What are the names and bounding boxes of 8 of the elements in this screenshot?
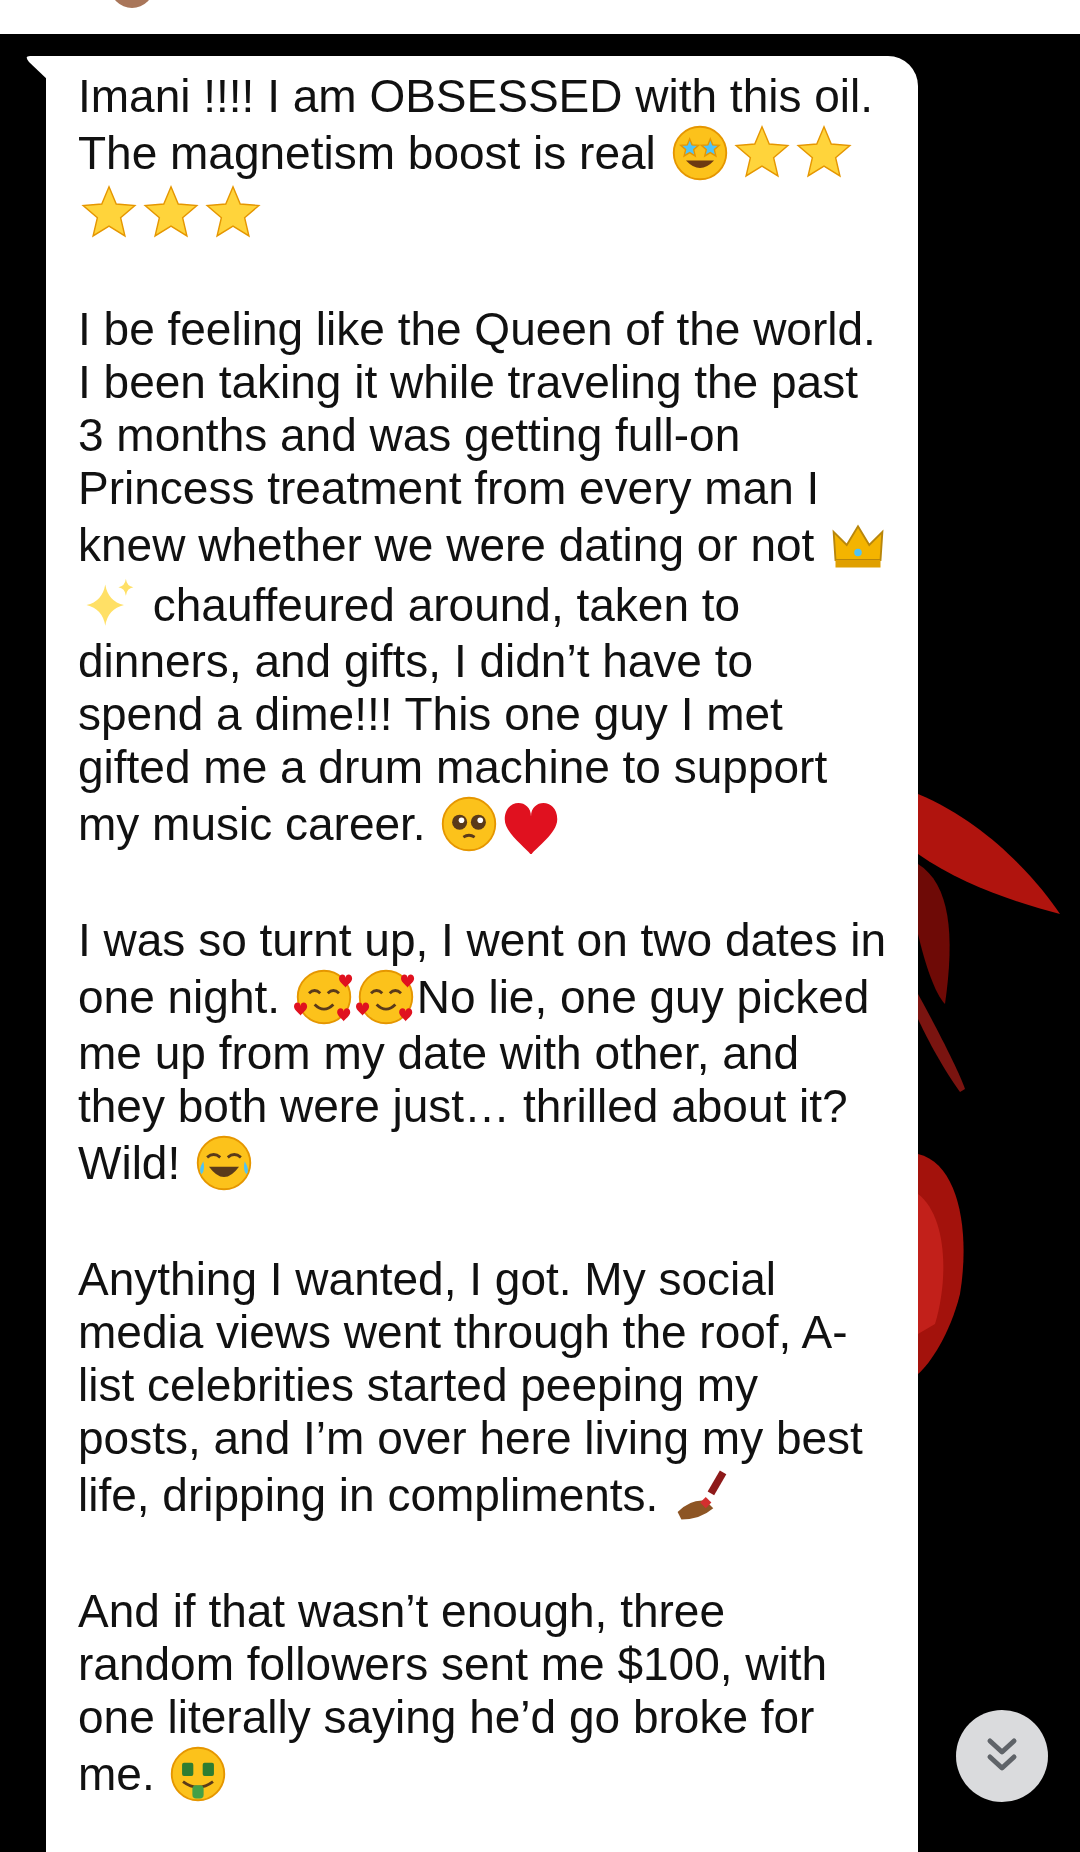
laughing-face-icon: [194, 1133, 254, 1193]
message-paragraph: I be feeling like the Queen of the world. I been taking it while traveling the past 3 months and was getting full-on Princess treatment from every man I knew whether we were dating or not chauffeured around, taken to dinners, and gifts, I didn’t have to spend a dime!!! This one guy I met gifted me a drum machine to support my music career.: [78, 303, 890, 854]
message-paragraph: Imani !!!! I am OBSESSED with this oil. The magnetism boost is real: [78, 70, 890, 243]
message-paragraph: I was so turnt up, I went on two dates in one night. No lie, one guy picked me up from my date with other, and they both were just… thrilled about it? Wild!: [78, 914, 890, 1193]
hearts-face-icon: [355, 967, 416, 1027]
hearts-face-icon: [293, 967, 354, 1027]
message-paragraph: Anything I wanted, I got. My social media views went through the roof, A-list celebrities started peeping my posts, and I’m over here living my best life, dripping in compliments.: [78, 1253, 890, 1525]
message-paragraph: And if that wasn’t enough, three random followers sent me $100, with one literally saying he’d go broke for me.: [78, 1585, 890, 1804]
